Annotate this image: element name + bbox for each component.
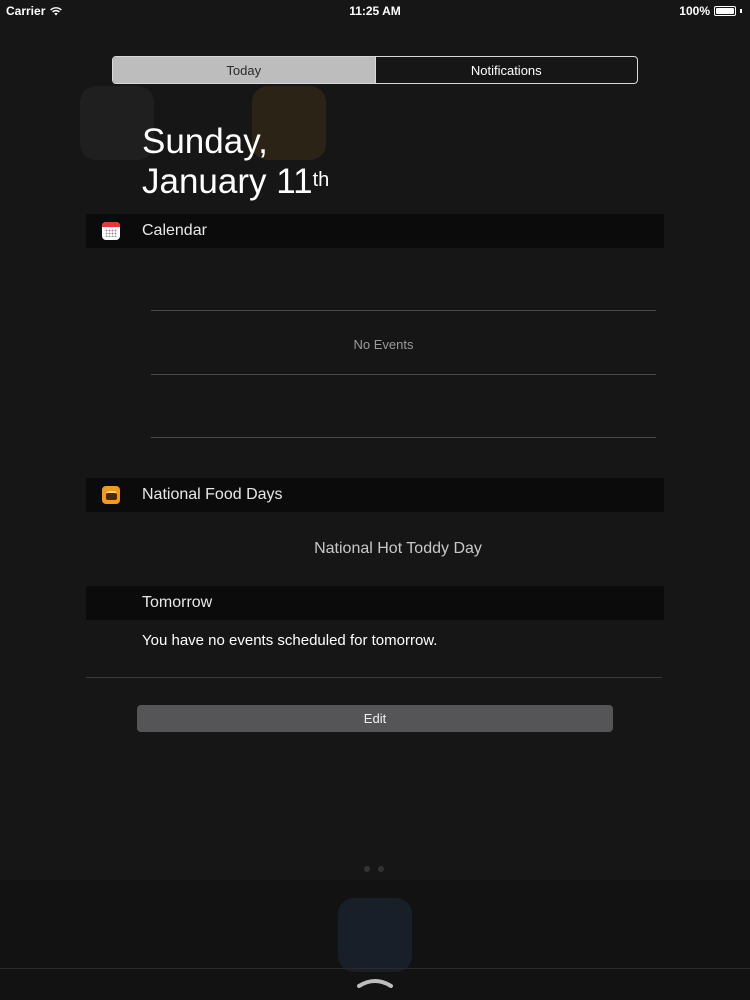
food-icon: [102, 486, 120, 504]
calendar-section-title: Calendar: [142, 222, 207, 239]
date-ordinal-suffix: th: [312, 169, 330, 191]
grabber-handle-icon[interactable]: [357, 978, 393, 988]
calendar-icon: [102, 222, 120, 240]
page-dot: [378, 866, 384, 872]
status-time: 11:25 AM: [349, 4, 401, 18]
date-heading: Sunday, January 11th: [142, 122, 329, 202]
page-dots: [364, 866, 384, 872]
tab-today[interactable]: Today: [113, 57, 375, 83]
edit-button[interactable]: Edit: [137, 705, 613, 732]
status-bar: Carrier 11:25 AM 100%: [0, 0, 750, 22]
calendar-divider: [151, 374, 656, 375]
tomorrow-summary: You have no events scheduled for tomorro…: [142, 632, 438, 649]
tomorrow-section-title: Tomorrow: [142, 594, 213, 611]
calendar-divider: [151, 437, 656, 438]
calendar-divider: [151, 310, 656, 311]
burger-icon: [105, 490, 117, 500]
notification-center: Carrier 11:25 AM 100% Today Notification…: [0, 0, 750, 1000]
date-weekday: Sunday,: [142, 122, 268, 161]
date-month-day: January 11th: [142, 162, 329, 202]
tomorrow-section-header: Tomorrow: [86, 586, 664, 620]
background-safari-icon: [338, 898, 412, 972]
battery-tip: [740, 9, 742, 13]
page-dot: [364, 866, 370, 872]
no-events-label: No Events: [353, 337, 414, 352]
battery-percent: 100%: [679, 4, 710, 18]
food-days-section-header[interactable]: National Food Days: [86, 478, 664, 512]
view-segmented-control: Today Notifications: [112, 56, 638, 84]
battery-group: 100%: [679, 4, 742, 18]
section-divider: [86, 677, 662, 678]
food-day-item[interactable]: National Hot Toddy Day: [86, 540, 710, 558]
calendar-icon-top: [102, 222, 120, 227]
date-month-day-text: January 11: [142, 162, 313, 201]
food-days-section-title: National Food Days: [142, 486, 283, 503]
tab-notifications[interactable]: Notifications: [374, 57, 638, 83]
calendar-section-header[interactable]: Calendar: [86, 214, 664, 248]
battery-icon: [714, 6, 736, 16]
battery-fill: [716, 8, 734, 14]
dock-divider: [0, 968, 750, 969]
calendar-icon-grid: [105, 229, 117, 237]
